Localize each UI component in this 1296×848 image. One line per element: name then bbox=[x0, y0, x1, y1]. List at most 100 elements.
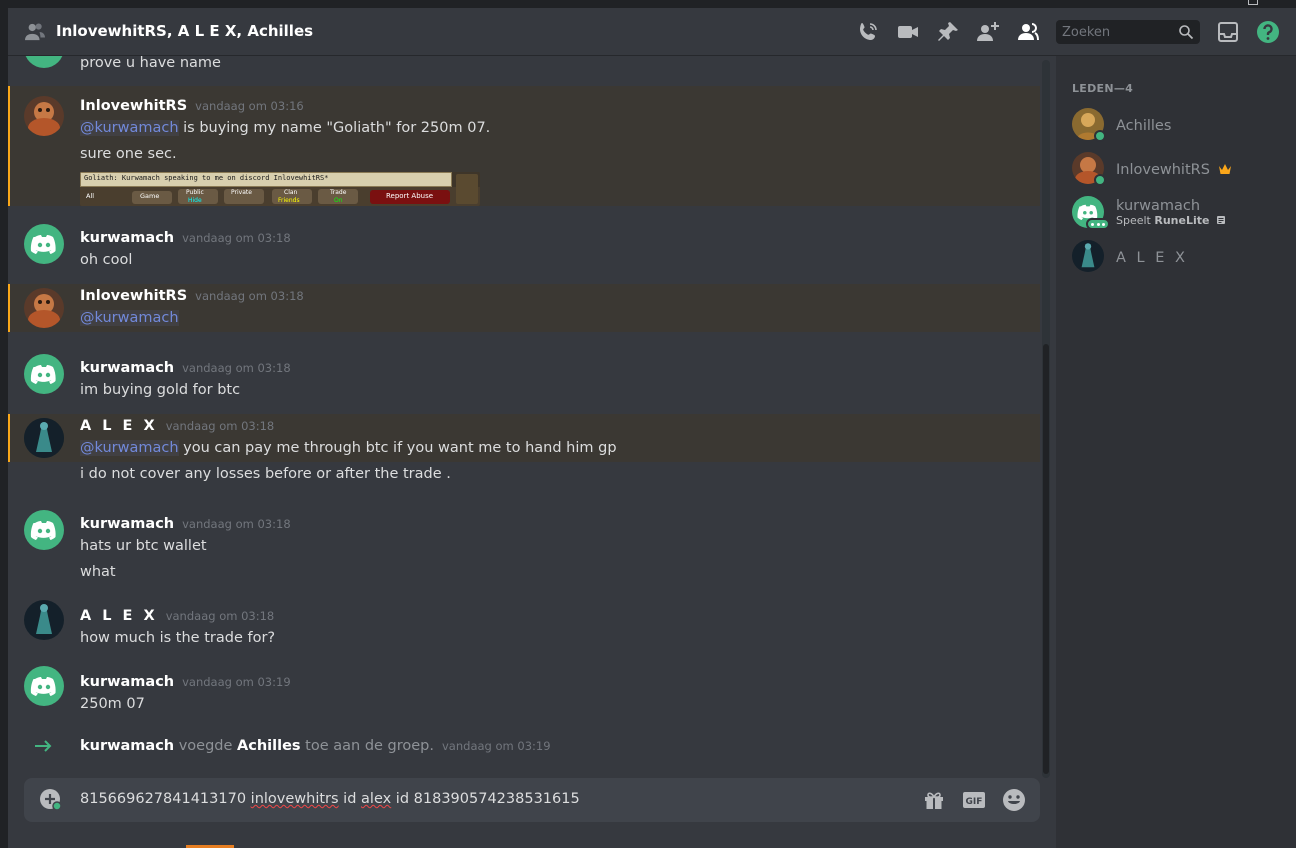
message-group: InlovewhitRS vandaag om 03:18 @kurwamach bbox=[8, 284, 1040, 332]
avatar-kurwamach[interactable] bbox=[24, 354, 64, 394]
message-text: im buying gold for btc bbox=[80, 382, 241, 398]
embed-tab: Public bbox=[186, 189, 204, 196]
member-item[interactable]: A L E X bbox=[1072, 236, 1288, 278]
embed-tab: All bbox=[86, 192, 95, 200]
message-author[interactable]: InlovewhitRS vandaag om 03:18 bbox=[80, 288, 304, 304]
embed-chat-line: Goliath: Kurwamach speaking to me on dis… bbox=[84, 174, 329, 182]
message-timestamp: vandaag om 03:18 bbox=[182, 517, 291, 531]
message-timestamp: vandaag om 03:18 bbox=[182, 361, 291, 375]
message-text: how much is the trade for? bbox=[80, 630, 276, 646]
message-text: what bbox=[80, 564, 116, 580]
help-icon[interactable] bbox=[1256, 20, 1280, 44]
embed-tab: Report Abuse bbox=[386, 192, 434, 200]
scrollbar-thumb[interactable] bbox=[1043, 344, 1049, 774]
message-timestamp: vandaag om 03:18 bbox=[165, 419, 275, 433]
avatar-kurwamach[interactable] bbox=[24, 666, 64, 706]
video-icon[interactable] bbox=[896, 20, 920, 44]
pin-icon[interactable] bbox=[936, 20, 960, 44]
image-attachment[interactable]: Goliath: Kurwamach speaking to me on dis… bbox=[80, 172, 480, 206]
message-input[interactable]: 815669627841413170 inlovewhitrs id alex … bbox=[80, 791, 580, 807]
upload-plus-icon[interactable] bbox=[40, 789, 62, 811]
message-timestamp: vandaag om 03:18 bbox=[165, 609, 275, 623]
message-group: kurwamach vandaag om 03:19 250m 07 bbox=[8, 660, 1040, 716]
avatar-inlovewhitrs[interactable] bbox=[24, 288, 64, 328]
mobile-status-icon bbox=[1086, 218, 1110, 230]
avatar-alex bbox=[1072, 240, 1104, 272]
add-member-icon[interactable] bbox=[976, 20, 1000, 44]
system-target[interactable]: Achilles bbox=[237, 738, 301, 754]
embed-tab-state: Friends bbox=[278, 197, 300, 204]
gift-icon[interactable] bbox=[922, 788, 946, 812]
user-mention[interactable]: @kurwamach bbox=[80, 440, 179, 456]
members-icon[interactable] bbox=[1016, 20, 1040, 44]
member-item[interactable]: InlovewhitRS bbox=[1072, 148, 1288, 190]
member-list-header: LEDEN—4 bbox=[1072, 82, 1134, 95]
avatar-kurwamach[interactable] bbox=[24, 510, 64, 550]
system-message-text: kurwamach voegde Achilles toe aan de gro… bbox=[80, 738, 551, 754]
message-author[interactable]: kurwamach vandaag om 03:18 bbox=[80, 230, 291, 246]
inbox-icon[interactable] bbox=[1216, 20, 1240, 44]
avatar-kurwamach[interactable] bbox=[24, 224, 64, 264]
message-author[interactable]: kurwamach vandaag om 03:18 bbox=[80, 516, 291, 532]
online-status-icon bbox=[1094, 130, 1106, 142]
minimize-icon[interactable] bbox=[1248, 0, 1258, 5]
member-name: InlovewhitRS bbox=[1116, 162, 1232, 178]
message-timestamp: vandaag om 03:19 bbox=[182, 675, 291, 689]
group-dm-icon bbox=[25, 23, 45, 41]
search-input[interactable] bbox=[1062, 23, 1172, 41]
user-mention[interactable]: @kurwamach bbox=[80, 310, 179, 326]
spellcheck-word: inlovewhitrs bbox=[250, 791, 339, 807]
member-activity: Speelt RuneLite bbox=[1116, 214, 1226, 227]
message-text: @kurwamach is buying my name "Goliath" f… bbox=[80, 120, 491, 136]
member-item[interactable]: Achilles bbox=[1072, 104, 1288, 146]
member-list: LEDEN—4 Achilles InlovewhitRS kurwamach … bbox=[1056, 56, 1296, 848]
embed-tab: Trade bbox=[330, 189, 347, 196]
message-text: @kurwamach you can pay me through btc if… bbox=[80, 440, 617, 456]
gif-icon[interactable]: GIF bbox=[962, 788, 986, 812]
message-timestamp: vandaag om 03:18 bbox=[182, 231, 291, 245]
emoji-icon[interactable] bbox=[1002, 788, 1026, 812]
message-text: prove u have name bbox=[80, 56, 221, 71]
online-status-icon bbox=[1094, 174, 1106, 186]
message-group: kurwamach vandaag om 03:18 oh cool bbox=[8, 216, 1040, 276]
message-text: hats ur btc wallet bbox=[80, 538, 207, 554]
spellcheck-word: alex bbox=[361, 791, 392, 807]
message-text: @kurwamach bbox=[80, 310, 179, 326]
call-icon[interactable] bbox=[856, 20, 880, 44]
embed-tab: Clan bbox=[284, 189, 298, 196]
message-text: sure one sec. bbox=[80, 146, 177, 162]
system-actor[interactable]: kurwamach bbox=[80, 738, 174, 754]
message-group: kurwamach vandaag om 03:18 im buying gold… bbox=[8, 346, 1040, 406]
message-text: oh cool bbox=[80, 252, 133, 268]
search-icon bbox=[1179, 25, 1194, 40]
message-composer[interactable]: 815669627841413170 inlovewhitrs id alex … bbox=[24, 778, 1040, 822]
search-box[interactable] bbox=[1056, 20, 1200, 44]
message-timestamp: vandaag om 03:18 bbox=[195, 289, 304, 303]
member-item[interactable]: kurwamach Speelt RuneLite bbox=[1072, 192, 1288, 234]
rich-presence-icon bbox=[1216, 216, 1225, 224]
embed-tab-state: On bbox=[334, 197, 343, 204]
join-arrow-icon bbox=[35, 740, 52, 752]
message-list: prove u have name InlovewhitRS vandaag om… bbox=[8, 56, 1048, 778]
embed-tab-state: Hide bbox=[188, 197, 202, 204]
avatar-inlovewhitrs[interactable] bbox=[24, 96, 64, 136]
message-group: A L E Xvandaag om 03:18 @kurwamach you c… bbox=[8, 414, 1040, 462]
message-group: kurwamach vandaag om 03:18 hats ur btc wa… bbox=[8, 502, 1040, 582]
member-name: kurwamach bbox=[1116, 198, 1201, 214]
message-author[interactable]: A L E Xvandaag om 03:18 bbox=[80, 418, 274, 434]
avatar-alex[interactable] bbox=[24, 600, 64, 640]
message-timestamp: vandaag om 03:19 bbox=[442, 739, 551, 753]
discord-app: InlovewhitRS, A L E X, Achilles Zoeken p… bbox=[8, 8, 1296, 848]
avatar[interactable] bbox=[24, 56, 64, 68]
message-author[interactable]: A L E Xvandaag om 03:18 bbox=[80, 608, 274, 624]
svg-text:GIF: GIF bbox=[966, 797, 983, 807]
member-name: A L E X bbox=[1116, 250, 1188, 266]
embed-tab: Private bbox=[231, 189, 252, 196]
message-author[interactable]: kurwamach vandaag om 03:18 bbox=[80, 360, 291, 376]
message-text: i do not cover any losses before or afte… bbox=[80, 466, 451, 482]
avatar-alex[interactable] bbox=[24, 418, 64, 458]
message-author[interactable]: kurwamach vandaag om 03:19 bbox=[80, 674, 291, 690]
channel-title: InlovewhitRS, A L E X, Achilles bbox=[56, 22, 314, 40]
user-mention[interactable]: @kurwamach bbox=[80, 120, 179, 136]
message-author[interactable]: InlovewhitRS vandaag om 03:16 bbox=[80, 98, 304, 114]
